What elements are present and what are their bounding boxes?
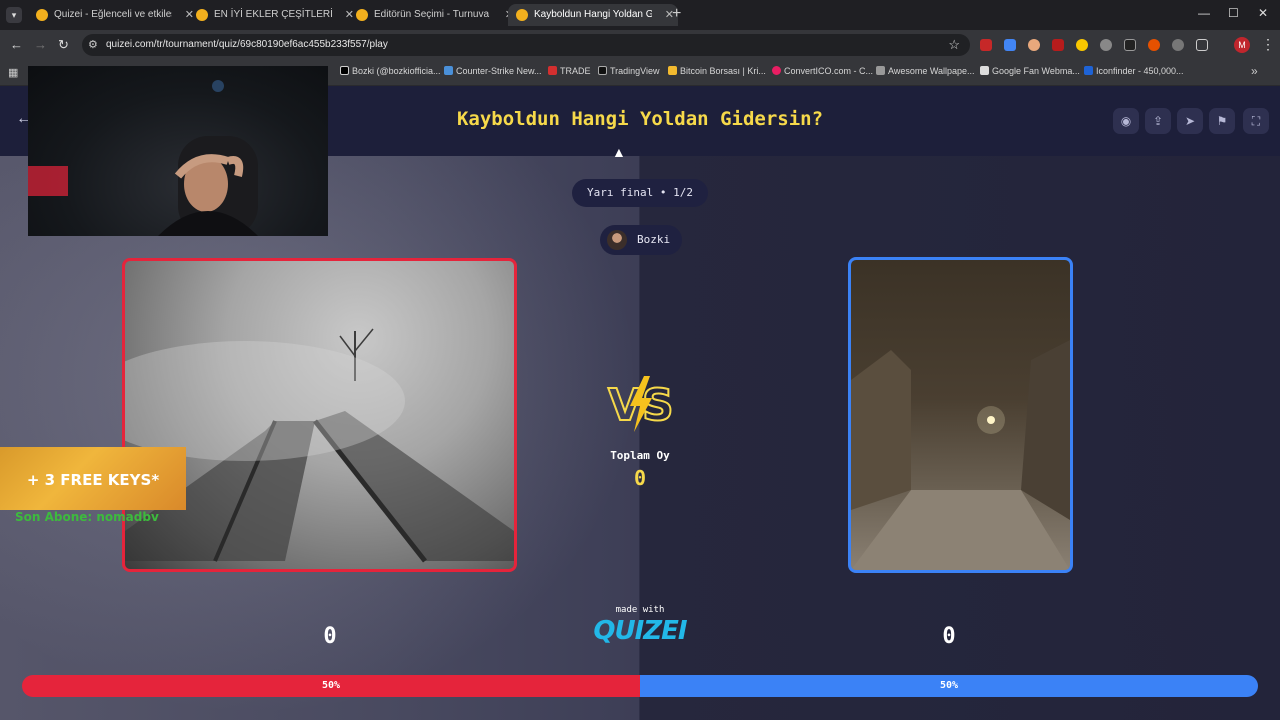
omnibox[interactable]: ⚙ quizei.com/tr/tournament/quiz/69c80190… [82, 34, 970, 56]
url-text[interactable]: quizei.com/tr/tournament/quiz/69c80190ef… [106, 39, 388, 50]
tiktok-icon [340, 66, 349, 75]
vs-lightning-icon: VS [607, 376, 674, 432]
share-icon[interactable]: ⇪ [1145, 108, 1171, 134]
bookmark-item[interactable]: TRADE [548, 66, 591, 76]
bookmark-star-icon[interactable]: ☆ [948, 37, 960, 53]
more-bookmarks-icon[interactable]: » [1251, 64, 1258, 78]
option-right-card[interactable] [848, 257, 1073, 573]
tab-3[interactable]: Editörün Seçimi - Turnuva - Qu ✕ [348, 4, 518, 26]
tab-search-icon[interactable]: ▾ [6, 7, 22, 23]
maximize-icon[interactable]: ☐ [1228, 6, 1239, 20]
tab-4-active[interactable]: Kayboldun Hangi Yoldan Gider ✕ [508, 4, 678, 26]
bookmark-item[interactable]: ConvertICO.com - C... [772, 66, 873, 76]
vote-percentage-bar: 50% 50% [22, 675, 1258, 697]
extension-icon[interactable] [1076, 39, 1088, 51]
minimize-icon[interactable]: — [1198, 6, 1210, 20]
quizei-favicon-icon [36, 9, 48, 21]
bookmark-item[interactable]: Bitcoin Borsası | Kri... [668, 66, 766, 76]
send-icon[interactable]: ➤ [1177, 108, 1203, 134]
free-keys-promo: + 3 FREE KEYS* [0, 447, 186, 510]
window-close-icon[interactable]: ✕ [1258, 6, 1268, 20]
profile-avatar[interactable]: M [1234, 37, 1250, 53]
extensions-puzzle-icon[interactable] [1196, 39, 1208, 51]
back-icon[interactable]: ← [10, 37, 23, 52]
foggy-bridge-image [125, 328, 514, 563]
right-score: 0 [942, 624, 956, 649]
tab-title: EN İYİ EKLER ÇEŞİTLERİ - Tier L [214, 9, 332, 20]
bookmark-item[interactable]: Bozki (@bozkiofficia... [340, 66, 441, 76]
bookmark-favicon-icon [876, 66, 885, 75]
total-votes-label: Toplam Oy [610, 449, 670, 462]
last-subscriber-text: Son Abone: nomadbv [15, 510, 159, 524]
tab-title: Kayboldun Hangi Yoldan Gider [534, 9, 652, 20]
creator-badge[interactable]: Bozki [600, 225, 682, 255]
tab-2[interactable]: EN İYİ EKLER ÇEŞİTLERİ - Tier L ✕ [188, 4, 358, 26]
mouse-cursor-icon: ▲ [612, 144, 626, 160]
browser-tab-bar: ▾ Quizei - Eğlenceli ve etkileşimli ✕ EN… [0, 0, 1280, 30]
address-toolbar: ← → ↻ ⚙ quizei.com/tr/tournament/quiz/69… [0, 30, 1280, 60]
fullscreen-icon[interactable]: ⛶ [1243, 108, 1269, 134]
bookmark-favicon-icon [444, 66, 453, 75]
eye-icon[interactable]: ◉ [1113, 108, 1139, 134]
extension-icon[interactable] [980, 39, 992, 51]
bookmark-item[interactable]: Google Fan Webma... [980, 66, 1080, 76]
menu-kebab-icon[interactable]: ⋮ [1261, 36, 1275, 53]
left-score: 0 [323, 624, 337, 649]
total-votes-value: 0 [633, 466, 647, 490]
streamer-webcam-image [28, 80, 258, 236]
bookmark-favicon-icon [980, 66, 989, 75]
bookmark-item[interactable]: TradingView [598, 66, 660, 76]
favicon-icon [356, 9, 368, 21]
tab-title: Editörün Seçimi - Turnuva - Qu [374, 9, 492, 20]
tab-title: Quizei - Eğlenceli ve etkileşimli [54, 9, 172, 20]
bookmark-item[interactable]: Iconfinder - 450,000... [1084, 66, 1184, 76]
extension-icon[interactable] [1148, 39, 1160, 51]
dark-street-image [851, 340, 1070, 570]
tab-1[interactable]: Quizei - Eğlenceli ve etkileşimli ✕ [28, 4, 198, 26]
extension-icon[interactable] [1124, 39, 1136, 51]
made-with-label: made with [615, 605, 665, 615]
translate-icon[interactable] [1004, 39, 1016, 51]
forward-icon[interactable]: → [34, 37, 47, 52]
iconfinder-icon [1084, 66, 1093, 75]
round-indicator: Yarı final • 1/2 [572, 179, 708, 207]
binance-icon [668, 66, 677, 75]
site-info-icon[interactable]: ⚙ [88, 38, 98, 51]
bookmark-favicon-icon [772, 66, 781, 75]
extension-icon[interactable] [1028, 39, 1040, 51]
favicon-icon [516, 9, 528, 21]
tradingview-icon [598, 66, 607, 75]
option-left-card[interactable] [122, 258, 517, 572]
quizei-logo[interactable]: QUIZEI [590, 616, 690, 646]
webcam-overlay [28, 66, 328, 236]
creator-avatar [607, 230, 627, 250]
apps-grid-icon[interactable]: ▦ [8, 66, 18, 79]
flag-icon[interactable]: ⚑ [1209, 108, 1235, 134]
creator-name: Bozki [637, 233, 671, 246]
bookmark-item[interactable]: Awesome Wallpape... [876, 66, 975, 76]
promo-text: + 3 FREE KEYS* [26, 471, 160, 489]
bookmark-favicon-icon [548, 66, 557, 75]
extension-icon[interactable] [1172, 39, 1184, 51]
left-percentage-fill: 50% [22, 675, 640, 697]
extension-icon[interactable] [1052, 39, 1064, 51]
reload-icon[interactable]: ↻ [58, 37, 69, 53]
bookmark-item[interactable]: Counter-Strike New... [444, 66, 542, 76]
right-percentage-text: 50% [939, 680, 959, 691]
left-percentage-text: 50% [321, 680, 341, 691]
new-tab-icon[interactable]: + [672, 5, 681, 23]
favicon-icon [196, 9, 208, 21]
right-percentage-fill: 50% [640, 675, 1258, 697]
extension-icon[interactable] [1100, 39, 1112, 51]
